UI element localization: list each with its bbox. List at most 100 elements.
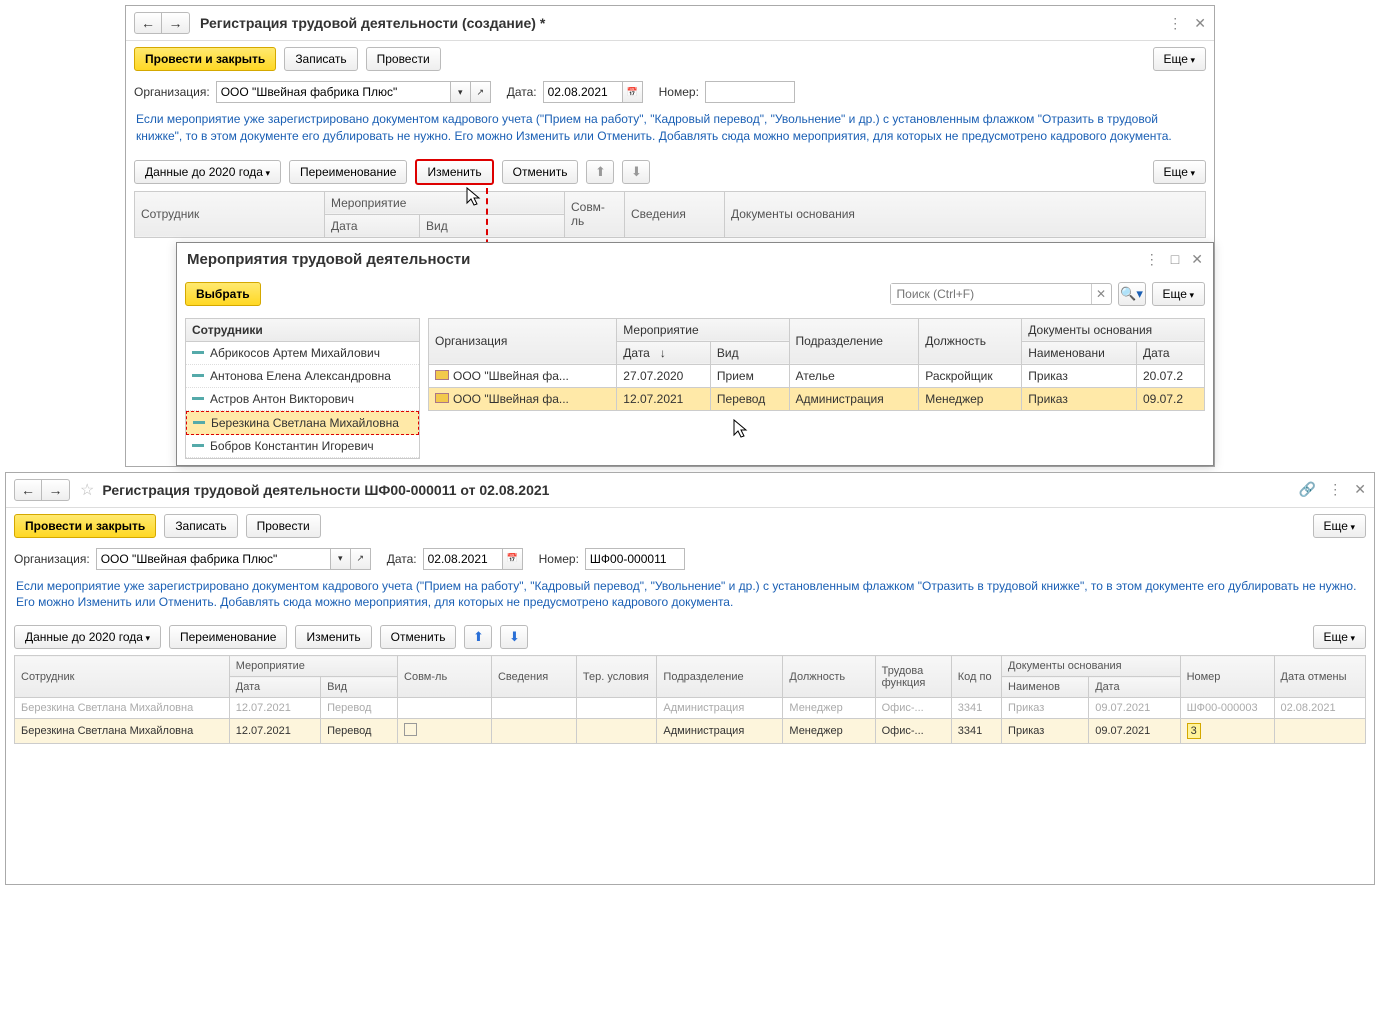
emp-row-selected[interactable]: Березкина Светлана Михайловна [186, 411, 419, 435]
col-type[interactable]: Вид [420, 214, 565, 237]
col-ter[interactable]: Тер. условия [576, 656, 657, 698]
org-field[interactable] [96, 548, 331, 570]
kebab-icon[interactable]: ⋮ [1168, 15, 1182, 32]
close-icon[interactable]: ✕ [1194, 15, 1206, 32]
num-field[interactable] [705, 81, 795, 103]
col-employee[interactable]: Сотрудник [135, 191, 325, 237]
rename-button[interactable]: Переименование [169, 625, 288, 649]
calendar-button[interactable]: 📅 [623, 81, 643, 103]
col-code[interactable]: Код по [951, 656, 1001, 698]
move-down-button[interactable]: ⬇ [500, 625, 528, 649]
col-cancel-date[interactable]: Дата отмены [1274, 656, 1365, 698]
link-icon[interactable]: 🔗 [1299, 481, 1316, 498]
before-2020-button[interactable]: Данные до 2020 года [134, 160, 281, 184]
col-info[interactable]: Сведения [625, 191, 725, 237]
org-field[interactable] [216, 81, 451, 103]
emp-row[interactable]: Абрикосов Артем Михайлович [186, 342, 419, 365]
open-button[interactable]: ↗ [471, 81, 491, 103]
search-button[interactable]: 🔍▾ [1118, 282, 1146, 306]
col-number[interactable]: Номер [1180, 656, 1274, 698]
col-event[interactable]: Мероприятие [325, 191, 565, 214]
change-button[interactable]: Изменить [415, 159, 493, 185]
more-button[interactable]: Еще [1153, 47, 1206, 71]
col-labor[interactable]: Трудова функция [875, 656, 951, 698]
forward-button[interactable]: → [162, 12, 190, 34]
search-input[interactable] [891, 284, 1091, 304]
col-event[interactable]: Мероприятие [229, 656, 397, 677]
move-up-button[interactable]: ⬆ [586, 160, 614, 184]
forward-button[interactable]: → [42, 479, 70, 501]
change-button[interactable]: Изменить [295, 625, 371, 649]
rename-button[interactable]: Переименование [289, 160, 408, 184]
num-field[interactable] [585, 548, 685, 570]
col-type[interactable]: Вид [321, 677, 398, 698]
event-row[interactable]: ООО "Швейная фа... 27.07.2020 Прием Ател… [429, 364, 1205, 387]
col-date[interactable]: Дата [229, 677, 320, 698]
post-close-button[interactable]: Провести и закрыть [134, 47, 276, 71]
number-input[interactable]: 3 [1187, 723, 1201, 739]
col-dept[interactable]: Подразделение [789, 318, 919, 364]
dropdown-button[interactable]: ▾ [331, 548, 351, 570]
more-button-2[interactable]: Еще [1313, 625, 1366, 649]
cell-number-edit[interactable]: 3 [1180, 719, 1274, 744]
kebab-icon[interactable]: ⋮ [1145, 251, 1159, 268]
col-doc-name[interactable]: Наименов [1002, 677, 1089, 698]
col-combine[interactable]: Совм-ль [398, 656, 492, 698]
star-icon[interactable]: ☆ [80, 480, 94, 500]
table-row-active[interactable]: Березкина Светлана Михайловна 12.07.2021… [15, 719, 1366, 744]
maximize-icon[interactable]: □ [1171, 251, 1179, 267]
event-row-selected[interactable]: ООО "Швейная фа... 12.07.2021 Перевод Ад… [429, 387, 1205, 410]
cell: Березкина Светлана Михайловна [15, 698, 230, 719]
emp-row[interactable]: Астров Антон Викторович [186, 388, 419, 411]
table-row-cancelled[interactable]: Березкина Светлана Михайловна 12.07.2021… [15, 698, 1366, 719]
move-up-button[interactable]: ⬆ [464, 625, 492, 649]
back-button[interactable]: ← [134, 12, 162, 34]
col-org[interactable]: Организация [429, 318, 617, 364]
close-icon[interactable]: ✕ [1354, 481, 1366, 498]
save-button[interactable]: Записать [164, 514, 237, 538]
cancel-button[interactable]: Отменить [380, 625, 457, 649]
back-button[interactable]: ← [14, 479, 42, 501]
emp-row[interactable]: Бобров Константин Игоревич [186, 435, 419, 458]
dropdown-button[interactable]: ▾ [451, 81, 471, 103]
save-button[interactable]: Записать [284, 47, 357, 71]
col-employee[interactable]: Сотрудник [15, 656, 230, 698]
col-doc-date[interactable]: Дата [1089, 677, 1180, 698]
post-close-button[interactable]: Провести и закрыть [14, 514, 156, 538]
more-button[interactable]: Еще [1313, 514, 1366, 538]
move-down-button[interactable]: ⬇ [622, 160, 650, 184]
col-pos[interactable]: Должность [919, 318, 1022, 364]
col-dept[interactable]: Подразделение [657, 656, 783, 698]
cancel-button[interactable]: Отменить [502, 160, 579, 184]
open-button[interactable]: ↗ [351, 548, 371, 570]
col-info[interactable]: Сведения [491, 656, 576, 698]
col-date[interactable]: Дата ↓ [617, 341, 711, 364]
emp-row[interactable]: Антонова Елена Александровна [186, 365, 419, 388]
col-docs[interactable]: Документы основания [725, 191, 1206, 237]
col-date[interactable]: Дата [325, 214, 420, 237]
popup-more-button[interactable]: Еще [1152, 282, 1205, 306]
post-button[interactable]: Провести [246, 514, 321, 538]
col-event[interactable]: Мероприятие [617, 318, 789, 341]
cell: Менеджер [919, 387, 1022, 410]
cell-combine[interactable] [398, 719, 492, 744]
col-doc-name[interactable]: Наименовани [1022, 341, 1137, 364]
calendar-button[interactable]: 📅 [503, 548, 523, 570]
checkbox[interactable] [404, 723, 417, 736]
col-combine[interactable]: Совм-ль [565, 191, 625, 237]
col-pos[interactable]: Должность [783, 656, 875, 698]
clear-search-button[interactable]: ✕ [1091, 284, 1111, 304]
date-field[interactable] [543, 81, 623, 103]
col-docs[interactable]: Документы основания [1002, 656, 1181, 677]
select-button[interactable]: Выбрать [185, 282, 261, 306]
col-type[interactable]: Вид [710, 341, 789, 364]
more-button-2[interactable]: Еще [1153, 160, 1206, 184]
close-icon[interactable]: ✕ [1191, 251, 1203, 268]
col-doc-date[interactable]: Дата [1136, 341, 1204, 364]
emp-header[interactable]: Сотрудники [186, 319, 419, 342]
date-field[interactable] [423, 548, 503, 570]
col-docs[interactable]: Документы основания [1022, 318, 1205, 341]
post-button[interactable]: Провести [366, 47, 441, 71]
kebab-icon[interactable]: ⋮ [1328, 481, 1342, 498]
before-2020-button[interactable]: Данные до 2020 года [14, 625, 161, 649]
